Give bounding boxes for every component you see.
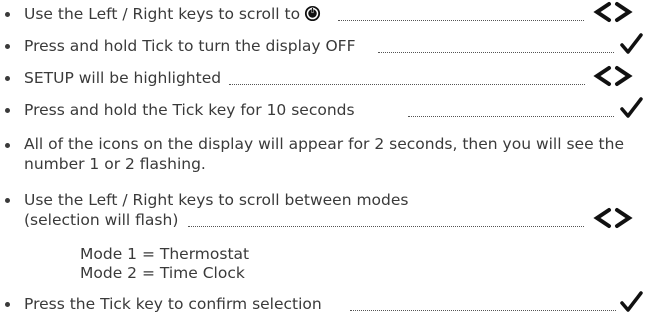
- power-icon: [304, 5, 321, 28]
- tick-icon: [619, 96, 643, 124]
- mode-2-label: Mode 2 = Time Clock: [80, 264, 245, 282]
- bullet: [5, 108, 10, 113]
- bullet: [5, 198, 10, 203]
- bullet: [5, 143, 10, 148]
- step-text: SETUP will be highlighted: [24, 69, 222, 87]
- left-right-arrows-icon: [593, 207, 633, 233]
- bullet: [5, 302, 10, 307]
- leader-dots: [378, 52, 614, 53]
- step-text-line-1: Use the Left / Right keys to scroll betw…: [24, 191, 409, 209]
- step-text: Use the Left / Right keys to scroll to: [24, 5, 301, 23]
- step-text: Press the Tick key to confirm selection: [24, 295, 322, 313]
- leader-dots: [188, 226, 584, 227]
- left-right-arrows-icon: [593, 1, 633, 27]
- leader-dots: [350, 310, 616, 311]
- instruction-list: Use the Left / Right keys to scroll to P…: [0, 0, 647, 318]
- step-text: Press and hold Tick to turn the display …: [24, 37, 356, 55]
- tick-icon: [619, 290, 643, 318]
- bullet: [5, 12, 10, 17]
- leader-dots: [408, 116, 614, 117]
- step-text: Press and hold the Tick key for 10 secon…: [24, 101, 355, 119]
- tick-icon: [619, 32, 643, 60]
- left-right-arrows-icon: [593, 65, 633, 91]
- bullet: [5, 44, 10, 49]
- leader-dots: [229, 84, 585, 85]
- step-text-line-2: (selection will flash): [24, 211, 179, 229]
- bullet: [5, 76, 10, 81]
- step-text: All of the icons on the display will app…: [24, 135, 624, 173]
- mode-1-label: Mode 1 = Thermostat: [80, 245, 250, 263]
- leader-dots: [338, 20, 584, 21]
